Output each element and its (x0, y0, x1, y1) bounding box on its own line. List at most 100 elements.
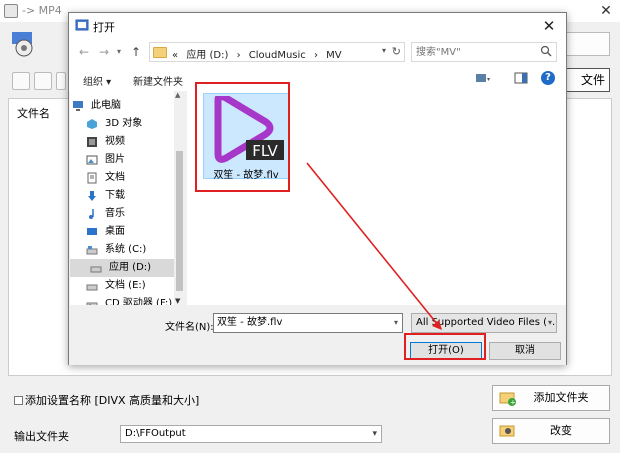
up-arrow-icon[interactable]: ↑ (129, 45, 143, 59)
tree-item-3d-objects[interactable]: 3D 对象 (86, 115, 185, 133)
organize-menu[interactable]: 组织 ▾ (83, 73, 111, 88)
navigation-bar: ← → ▾ ↑ « 应用 (D:) › CloudMusic › MV ▾ ↻ (69, 39, 566, 67)
tree-item-label: 桌面 (105, 226, 125, 237)
close-icon[interactable]: ✕ (596, 2, 616, 20)
file-type-value: All Supported Video Files (*. (416, 317, 556, 328)
output-folder-select[interactable]: D:\FFOutput ▾ (120, 425, 382, 443)
tree-item-label: 3D 对象 (105, 118, 143, 129)
dialog-app-icon (75, 19, 89, 31)
change-button[interactable]: 改变 (492, 418, 610, 444)
dialog-footer: 文件名(N): 双笙 - 故梦.flv ▾ All Supported Vide… (69, 305, 566, 365)
tree-item-label: 系统 (C:) (105, 244, 147, 255)
add-setting-name-label: 添加设置名称 [DIVX 高质量和大小] (25, 394, 200, 407)
breadcrumb: « 应用 (D:) › CloudMusic › MV (172, 46, 347, 61)
tree-item-label: 下载 (105, 190, 125, 201)
cd-drive-icon (86, 302, 98, 305)
recent-locations-icon[interactable]: ▾ (117, 47, 121, 56)
tree-item-downloads[interactable]: 下载 (86, 187, 185, 205)
toolbar-more-icon[interactable] (56, 72, 66, 90)
preview-pane-icon[interactable] (513, 72, 529, 84)
tree-item-drive-d[interactable]: 应用 (D:) (70, 259, 174, 277)
chevron-down-icon: ▾ (372, 429, 377, 439)
add-setting-name-option[interactable]: 添加设置名称 [DIVX 高质量和大小] (14, 392, 199, 408)
breadcrumb-drive[interactable]: 应用 (D:) (186, 50, 228, 61)
breadcrumb-mv[interactable]: MV (326, 50, 341, 61)
search-input[interactable] (412, 43, 532, 61)
tree-item-label: 此电脑 (91, 100, 121, 111)
desktop-icon (87, 228, 97, 235)
remove-file-icon[interactable] (34, 72, 52, 90)
tree-item-this-pc[interactable]: 此电脑 (72, 97, 172, 115)
breadcrumb-separator: › (236, 50, 241, 61)
computer-icon (73, 101, 83, 111)
chevron-down-icon[interactable]: ▾ (382, 46, 386, 55)
file-highlight-box (195, 82, 290, 192)
view-options-icon[interactable]: ▾ (475, 72, 491, 84)
chevron-down-icon: ▾ (545, 314, 552, 332)
breadcrumb-separator: › (313, 50, 318, 61)
close-icon[interactable]: ✕ (538, 15, 560, 37)
add-folder-button[interactable]: + 添加文件夹 (492, 385, 610, 411)
add-file-button[interactable]: 文件 (560, 68, 610, 92)
change-label: 改变 (550, 424, 572, 437)
scroll-up-icon[interactable]: ▲ (175, 91, 180, 99)
app-icon (4, 4, 18, 18)
breadcrumb-overflow[interactable]: « (172, 50, 178, 61)
add-file-icon[interactable] (12, 72, 30, 90)
tree-item-label: CD 驱动器 (F:) (105, 298, 173, 305)
address-bar[interactable]: « 应用 (D:) › CloudMusic › MV ▾ ↻ (149, 42, 405, 62)
svg-text:▾: ▾ (487, 76, 490, 83)
add-setting-name-checkbox[interactable] (14, 395, 23, 405)
download-icon (88, 191, 96, 201)
drive-icon (86, 246, 98, 255)
file-type-select[interactable]: All Supported Video Files (*. ▾ (411, 313, 557, 333)
picture-icon (86, 155, 98, 165)
app-logo-icon (12, 32, 33, 57)
tree-item-label: 文档 (105, 172, 125, 183)
new-folder-button[interactable]: 新建文件夹 (133, 73, 183, 88)
cancel-button[interactable]: 取消 (489, 342, 561, 360)
music-icon (89, 209, 94, 219)
output-folder-value: D:\FFOutput (125, 428, 186, 439)
filename-label: 文件名(N): (165, 322, 214, 333)
search-icon (540, 45, 552, 57)
film-icon (87, 137, 97, 147)
refresh-icon[interactable]: ↻ (392, 45, 401, 58)
help-icon[interactable]: ? (541, 71, 555, 85)
filename-value: 双笙 - 故梦.flv (217, 317, 283, 328)
open-button-highlight-box (404, 333, 486, 360)
tree-item-label: 应用 (D:) (109, 262, 152, 273)
filename-input[interactable]: 双笙 - 故梦.flv ▾ (213, 313, 403, 333)
scrollbar-thumb[interactable] (176, 151, 183, 291)
tree-item-label: 图片 (105, 154, 125, 165)
tree-item-drive-e[interactable]: 文档 (E:) (86, 277, 185, 295)
chevron-down-icon[interactable]: ▾ (394, 314, 398, 332)
forward-arrow-icon[interactable]: → (97, 45, 111, 59)
tree-item-label: 文档 (E:) (105, 280, 146, 291)
dialog-titlebar: 打开 ✕ (69, 13, 566, 39)
add-folder-label: 添加文件夹 (533, 391, 589, 404)
folder-icon (153, 47, 167, 58)
command-bar: 组织 ▾ 新建文件夹 ▾ ? (69, 67, 566, 91)
navigation-pane: 此电脑 3D 对象 视频 图片 文档 下载 音乐 桌面 系统 (C:) 应用 (… (70, 91, 185, 305)
tree-item-label: 音乐 (105, 208, 125, 219)
output-folder-label: 输出文件夹 (14, 430, 69, 443)
tree-item-drive-c[interactable]: 系统 (C:) (86, 241, 185, 259)
tree-item-pictures[interactable]: 图片 (86, 151, 185, 169)
app-title: -> MP4 (22, 4, 62, 17)
breadcrumb-cloudmusic[interactable]: CloudMusic (249, 50, 306, 61)
document-icon (87, 172, 97, 184)
file-list-header: 文件名 (17, 107, 50, 120)
tree-item-desktop[interactable]: 桌面 (86, 223, 185, 241)
scroll-down-icon[interactable]: ▼ (175, 297, 180, 305)
drive-icon (90, 266, 102, 273)
tree-item-documents[interactable]: 文档 (86, 169, 185, 187)
tree-scrollbar[interactable]: ▲ ▼ (174, 91, 185, 305)
tree-item-music[interactable]: 音乐 (86, 205, 185, 223)
tree-item-videos[interactable]: 视频 (86, 133, 185, 151)
tree-item-label: 视频 (105, 136, 125, 147)
tree-item-drive-f[interactable]: CD 驱动器 (F:) (86, 295, 185, 305)
search-box[interactable] (411, 42, 557, 62)
back-arrow-icon[interactable]: ← (77, 45, 91, 59)
dialog-title: 打开 (93, 21, 115, 34)
